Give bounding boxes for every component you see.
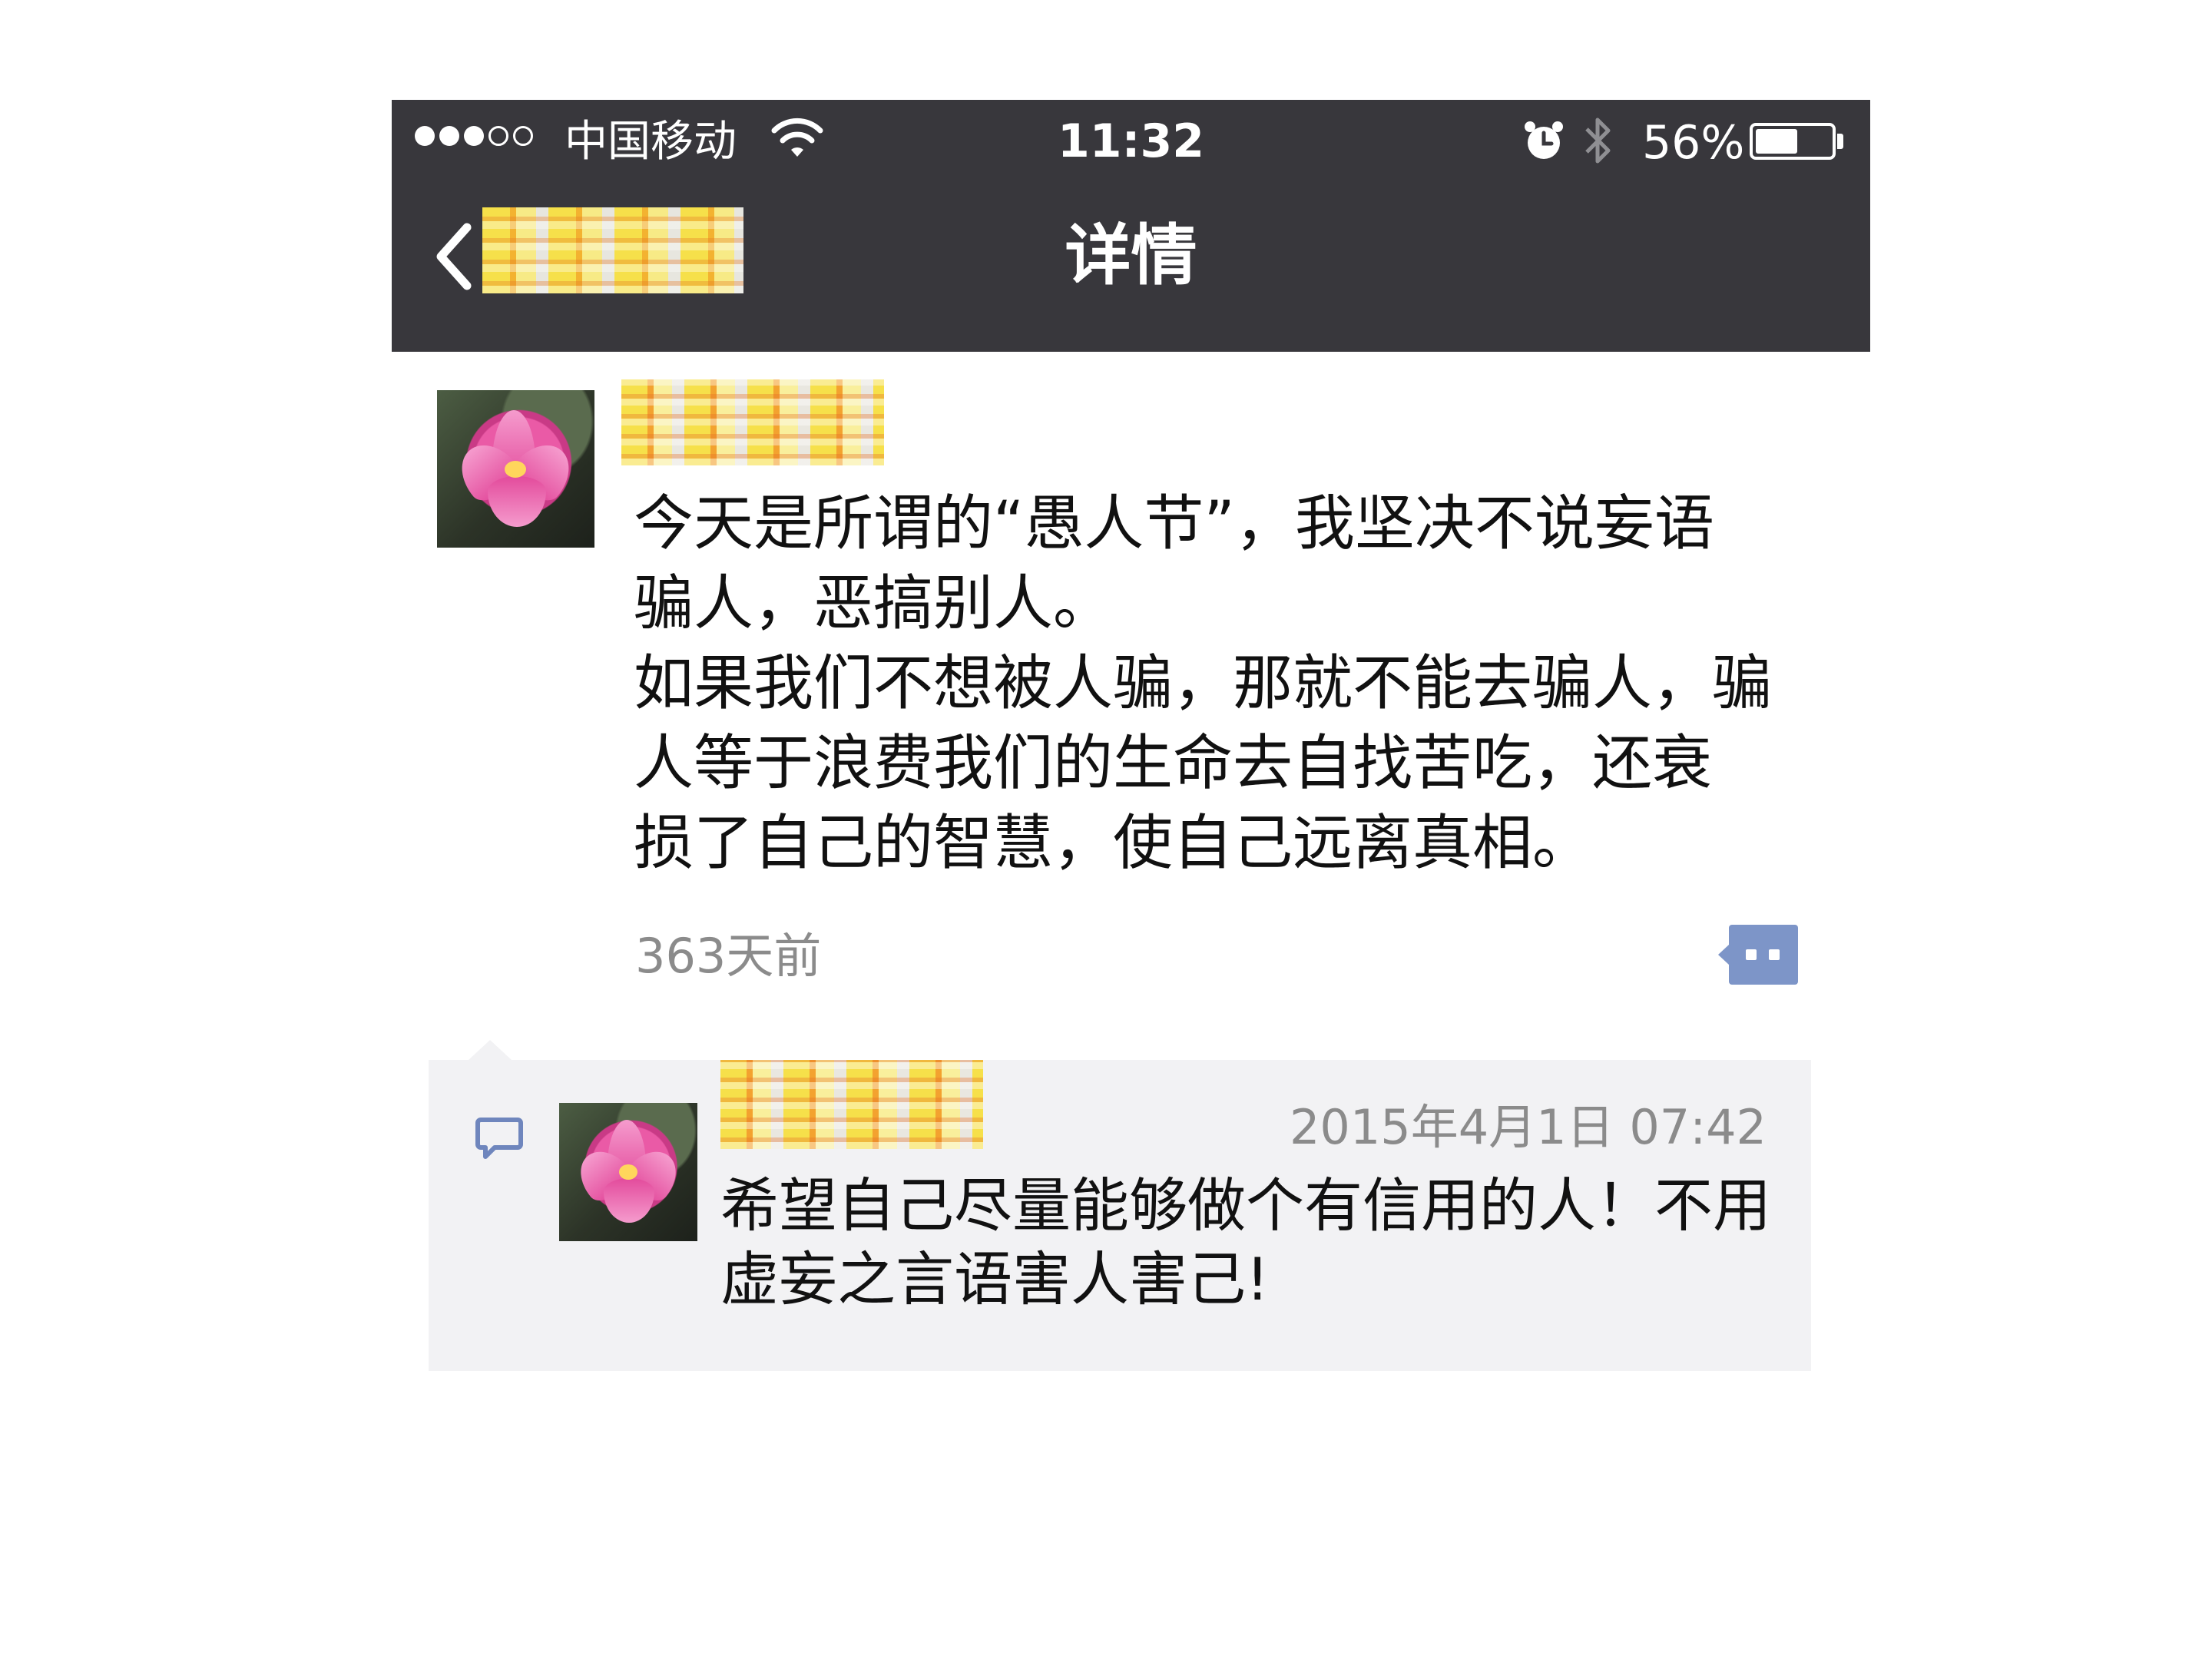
battery-level-fill xyxy=(1756,129,1797,154)
comment-list: 2015年4月1日 07:42 希望自己尽量能够做个有信用的人！不用 虚妄之言语… xyxy=(429,1060,1811,1371)
commenter-name-redacted[interactable] xyxy=(720,1060,983,1149)
lotus-petal xyxy=(488,476,546,527)
top-bar: 中国移动 11:32 56% 详情 xyxy=(392,100,1870,352)
post-author-avatar[interactable] xyxy=(437,390,594,548)
navigation-bar: 详情 xyxy=(392,184,1870,352)
alarm-icon xyxy=(1525,121,1563,159)
lotus-center xyxy=(619,1164,637,1180)
comment-area-pointer xyxy=(469,1040,512,1060)
lotus-petal xyxy=(604,1178,654,1223)
status-bar: 中国移动 11:32 56% xyxy=(392,100,1870,184)
bluetooth-icon xyxy=(1585,118,1611,164)
comment-action-icon[interactable] xyxy=(1718,923,1800,986)
post-timestamp: 363天前 xyxy=(635,928,822,984)
battery-icon xyxy=(1750,123,1836,160)
battery-percent: 56% xyxy=(1642,116,1745,170)
comment-content: 希望自己尽量能够做个有信用的人！不用 虚妄之言语害人害己! xyxy=(720,1171,1771,1313)
post-content: 今天是所谓的“愚人节”，我坚决不说妄语 骗人，恶搞别人。 如果我们不想被人骗，那… xyxy=(634,489,1773,878)
post-author-name-redacted[interactable] xyxy=(621,379,884,465)
comment-timestamp: 2015年4月1日 07:42 xyxy=(1289,1099,1767,1155)
comment-bubble-icon xyxy=(475,1118,523,1159)
battery-cap xyxy=(1837,134,1843,149)
lotus-center xyxy=(505,461,526,478)
moments-detail-screen: 中国移动 11:32 56% 详情 今天是所谓的“愚人节”，我坚决不说妄语 骗人… xyxy=(392,100,1870,1390)
commenter-avatar[interactable] xyxy=(559,1103,697,1241)
page-title: 详情 xyxy=(1065,217,1197,294)
